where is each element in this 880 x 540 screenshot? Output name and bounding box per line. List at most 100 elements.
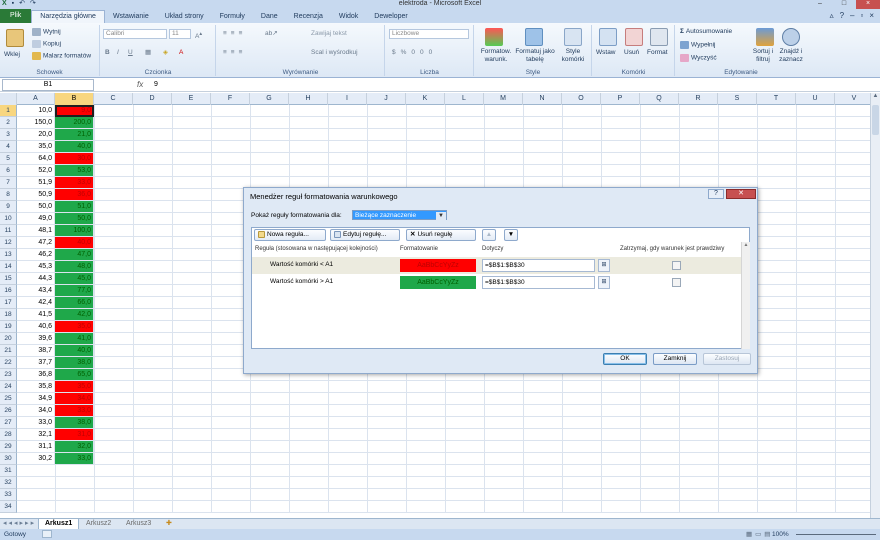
rule-row[interactable]: Wartość komórki < A1 AaBbCcYyZz =$B$1:$B… <box>252 257 741 274</box>
cell-a[interactable]: 49,0 <box>17 213 55 225</box>
stop-if-true-checkbox[interactable] <box>672 278 681 287</box>
fx-icon[interactable]: fx <box>137 80 143 89</box>
cell-styles-button[interactable]: Style komórki <box>555 48 591 64</box>
clear-button[interactable]: Wyczyść <box>680 54 717 63</box>
row-header[interactable]: 17 <box>0 297 17 309</box>
bold-icon[interactable]: B <box>105 49 110 57</box>
cell-b[interactable]: 47,0 <box>55 249 94 261</box>
maximize-icon[interactable]: □ <box>832 0 856 9</box>
cell-a[interactable]: 20,0 <box>17 129 55 141</box>
new-rule-button[interactable]: Nowa reguła... <box>254 229 326 241</box>
stop-if-true-checkbox[interactable] <box>672 261 681 270</box>
cell-a[interactable]: 40,6 <box>17 321 55 333</box>
zoom-level[interactable]: 100% <box>772 529 789 540</box>
cell-a[interactable]: 52,0 <box>17 165 55 177</box>
cell-b[interactable]: 100,0 <box>55 225 94 237</box>
save-icon[interactable]: ▪ <box>12 0 14 8</box>
column-header-q[interactable]: Q <box>640 93 679 105</box>
column-header-f[interactable]: F <box>211 93 250 105</box>
row-header[interactable]: 1 <box>0 105 17 117</box>
apply-button[interactable]: Zastosuj <box>703 353 751 365</box>
paste-button[interactable]: Wklej <box>4 51 20 59</box>
cell-a[interactable]: 10,0 <box>17 105 55 117</box>
copy-button[interactable]: Kopiuj <box>32 40 61 49</box>
formula-input[interactable]: 9 <box>152 79 878 91</box>
align-left-icons[interactable]: ≡≡≡ <box>223 49 246 57</box>
cell-b[interactable]: 48,0 <box>55 261 94 273</box>
ok-button[interactable]: OK <box>603 353 647 365</box>
cell-a[interactable]: 34,9 <box>17 393 55 405</box>
number-format-combo[interactable]: Liczbowe <box>389 29 469 39</box>
delete-cells-button[interactable]: Usuń <box>624 49 639 57</box>
column-header-t[interactable]: T <box>757 93 796 105</box>
find-select-button[interactable]: Znajdź i zaznacz <box>776 48 806 64</box>
row-header[interactable]: 21 <box>0 345 17 357</box>
font-color-icon[interactable]: A <box>179 49 183 57</box>
column-header-g[interactable]: G <box>250 93 289 105</box>
cell-b[interactable]: 66,0 <box>55 297 94 309</box>
conditional-format-button[interactable]: Formatow. warunk. <box>477 48 515 64</box>
cell-a[interactable]: 32,1 <box>17 429 55 441</box>
cell-b[interactable]: 35,0 <box>55 321 94 333</box>
column-header-l[interactable]: L <box>445 93 484 105</box>
cell-a[interactable]: 36,8 <box>17 369 55 381</box>
cell-a[interactable]: 150,0 <box>17 117 55 129</box>
macro-record-icon[interactable] <box>42 530 52 538</box>
orientation-icon[interactable]: ab↗ <box>265 30 278 38</box>
cell-a[interactable]: 35,8 <box>17 381 55 393</box>
merge-center-button[interactable]: Scal i wyśrodkuj <box>311 49 358 57</box>
fill-color-icon[interactable]: ◈ <box>163 49 168 57</box>
font-size-combo[interactable]: 11 <box>169 29 191 39</box>
row-header[interactable]: 2 <box>0 117 17 129</box>
excel-icon[interactable]: X <box>2 0 7 8</box>
row-header[interactable]: 7 <box>0 177 17 189</box>
row-header[interactable]: 30 <box>0 453 17 465</box>
row-header[interactable]: 9 <box>0 201 17 213</box>
column-header-r[interactable]: R <box>679 93 718 105</box>
row-header[interactable]: 31 <box>0 465 17 477</box>
column-header-e[interactable]: E <box>172 93 211 105</box>
row-header[interactable]: 19 <box>0 321 17 333</box>
column-header-p[interactable]: P <box>601 93 640 105</box>
underline-icon[interactable]: U <box>128 49 133 57</box>
cell-b[interactable]: 40,0 <box>55 345 94 357</box>
wrap-text-button[interactable]: Zawijaj tekst <box>311 30 347 38</box>
cell-b[interactable]: 35,0 <box>55 381 94 393</box>
cell-b[interactable]: 51,0 <box>55 201 94 213</box>
format-table-button[interactable]: Formatuj jako tabelę <box>515 48 555 64</box>
workbook-restore-icon[interactable]: ▫ <box>860 9 863 23</box>
cell-a[interactable]: 64,0 <box>17 153 55 165</box>
view-icons[interactable]: ▦▭▤ <box>746 529 773 540</box>
cell-a[interactable]: 47,2 <box>17 237 55 249</box>
cell-a[interactable]: 42,4 <box>17 297 55 309</box>
cell-b[interactable]: 38,0 <box>55 417 94 429</box>
show-rules-select[interactable]: Bieżące zaznaczenie <box>352 210 447 220</box>
column-header-b[interactable]: B <box>55 93 94 105</box>
workbook-close-icon[interactable]: × <box>869 9 874 23</box>
rules-scrollbar[interactable]: ▲ <box>741 242 750 349</box>
cell-a[interactable]: 51,9 <box>17 177 55 189</box>
row-header[interactable]: 29 <box>0 441 17 453</box>
move-down-icon[interactable]: ▼ <box>504 229 518 241</box>
close-icon[interactable]: ✕ <box>726 189 756 199</box>
row-header[interactable]: 10 <box>0 213 17 225</box>
range-picker-icon[interactable]: ⊞ <box>598 259 610 272</box>
cut-button[interactable]: Wytnij <box>32 28 61 37</box>
cell-b[interactable]: 40,0 <box>55 237 94 249</box>
column-header-n[interactable]: N <box>523 93 562 105</box>
row-header[interactable]: 32 <box>0 477 17 489</box>
chevron-down-icon[interactable]: ▼ <box>436 212 446 220</box>
cell-b[interactable]: 32,0 <box>55 441 94 453</box>
fill-button[interactable]: Wypełnij <box>680 41 716 50</box>
format-cells-button[interactable]: Format <box>647 49 668 57</box>
cell-a[interactable]: 48,1 <box>17 225 55 237</box>
cell-a[interactable]: 31,1 <box>17 441 55 453</box>
redo-icon[interactable]: ↷ <box>30 0 36 8</box>
row-header[interactable]: 34 <box>0 501 17 513</box>
row-header[interactable]: 14 <box>0 261 17 273</box>
select-all-corner[interactable] <box>0 93 17 105</box>
ribbon-minimize-icon[interactable]: ▵ <box>830 9 834 23</box>
cell-a[interactable]: 37,7 <box>17 357 55 369</box>
sort-filter-button[interactable]: Sortuj i filtruj <box>750 48 776 64</box>
column-header-j[interactable]: J <box>367 93 406 105</box>
